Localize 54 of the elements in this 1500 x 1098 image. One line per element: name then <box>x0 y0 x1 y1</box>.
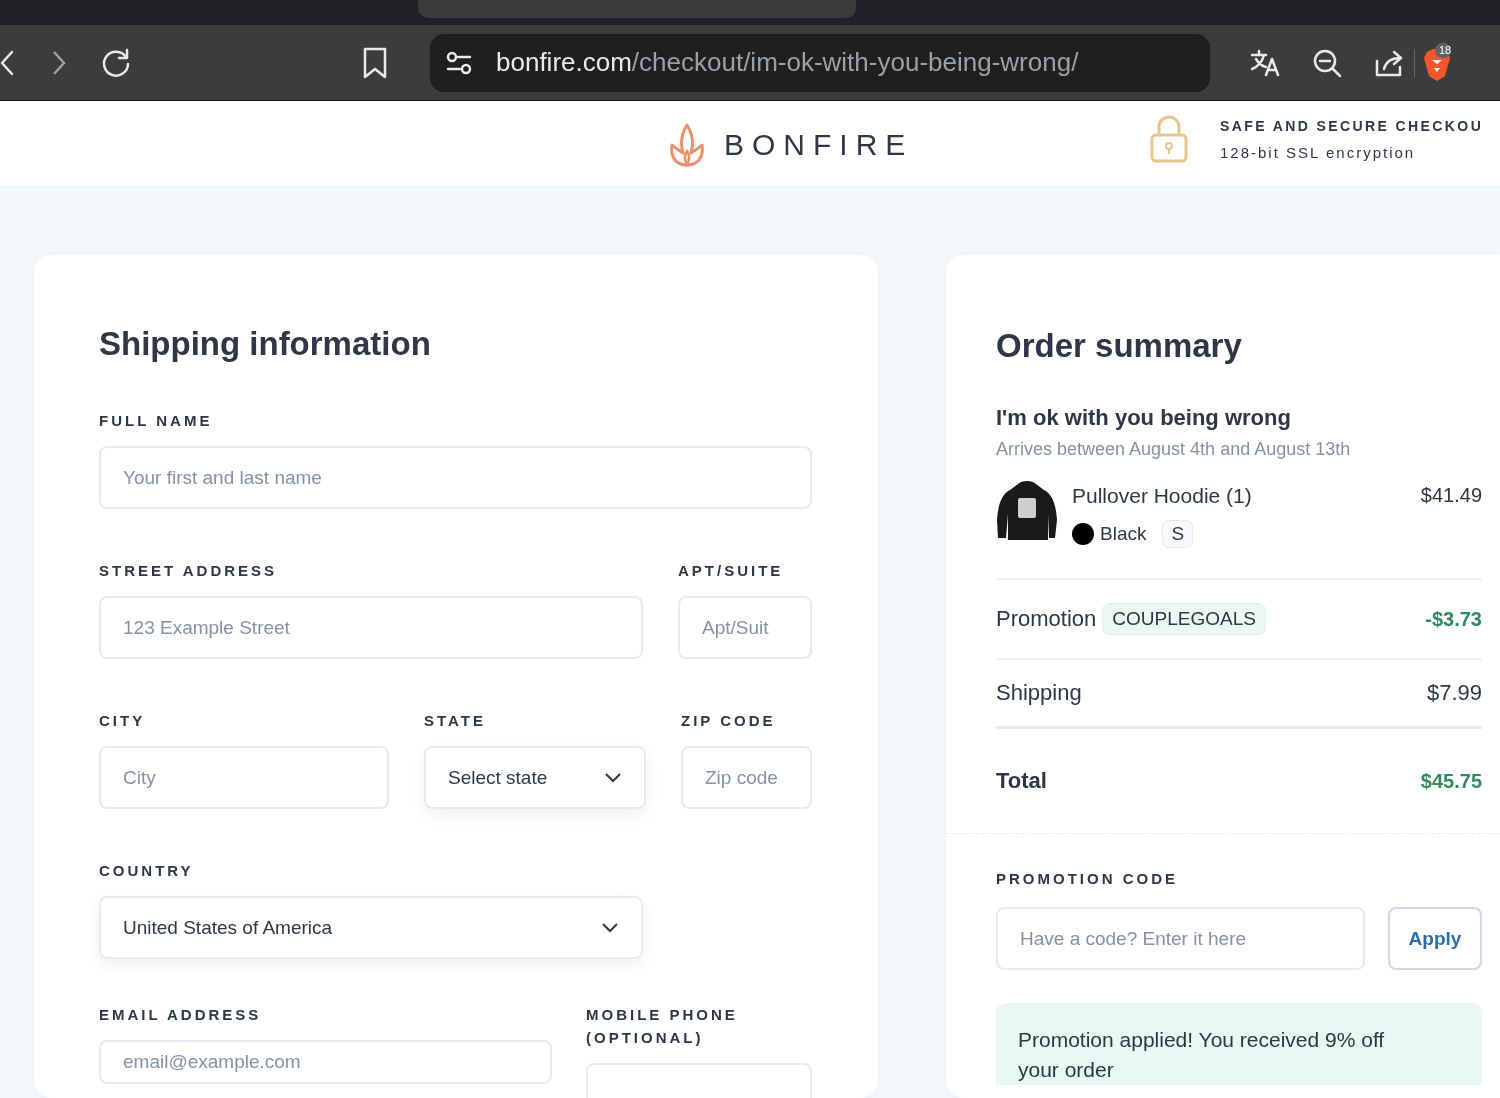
field-label: PROMOTION CODE <box>996 869 1179 889</box>
input-field[interactable]: Apt/Suit <box>678 596 812 659</box>
encryption-note: 128-bit SSL encryption <box>1220 143 1417 161</box>
line-label: Promotion <box>996 606 1097 632</box>
total-label: Total <box>996 768 1047 794</box>
product-name: Pullover Hoodie (1) <box>1072 484 1253 508</box>
discount-amount: -$3.73 <box>1425 607 1482 631</box>
address-bar[interactable]: bonfire.com/checkout/im-ok-with-you-being-wrong/ <box>430 33 1210 92</box>
field-label: EMAIL ADDRESS <box>99 1005 263 1025</box>
field-label: CITY <box>99 711 147 731</box>
field-label: STREET ADDRESS <box>99 561 279 581</box>
delivery-estimate: Arrives between August 4th and August 13th <box>996 439 1352 460</box>
field-label: MOBILE PHONE (OPTIONAL) <box>586 1005 739 1048</box>
translate-icon[interactable] <box>1250 48 1280 77</box>
secure-checkout-title: SAFE AND SECURE CHECKOU <box>1220 117 1484 134</box>
input-field[interactable]: City <box>99 746 389 809</box>
input-field[interactable]: 123 Example Street <box>99 596 643 659</box>
promo-code-field[interactable]: Have a code? Enter it here <box>996 907 1365 970</box>
field-label: APT/SUITE <box>678 561 785 581</box>
dropdown-field[interactable]: United States of America <box>99 896 643 959</box>
chevron-down-icon <box>604 771 622 784</box>
hoodie-drawing <box>996 480 1058 542</box>
field-label: FULL NAME <box>99 411 214 431</box>
size-tag: S <box>1162 520 1194 548</box>
form-title: Shipping information <box>99 325 432 363</box>
total-amount: $45.75 <box>1420 769 1482 793</box>
dropdown-field[interactable]: Select state <box>424 746 646 809</box>
product-title: I'm ok with you being wrong <box>996 405 1292 431</box>
color-name: Black <box>1100 523 1147 545</box>
logo-text: BONFIRE <box>724 128 914 162</box>
line-label: Shipping <box>996 680 1082 706</box>
item-price: $41.49 <box>1420 484 1482 508</box>
line-amount: $7.99 <box>1426 680 1482 706</box>
extension-badge: 18 <box>1435 42 1451 58</box>
input-field[interactable]: Your first and last name <box>99 446 812 509</box>
zoom-out-icon[interactable] <box>1312 47 1342 78</box>
field-label: COUNTRY <box>99 861 195 881</box>
padlock-icon <box>1150 115 1188 163</box>
summary-title: Order summary <box>996 327 1243 365</box>
input-field[interactable] <box>586 1063 812 1098</box>
promo-code-tag: COUPLEGOALS <box>1102 603 1266 635</box>
chevron-down-icon <box>601 921 619 934</box>
field-label: ZIP CODE <box>681 711 777 731</box>
site-settings-icon[interactable] <box>446 50 472 75</box>
apply-button[interactable]: Apply <box>1388 907 1482 970</box>
input-field[interactable]: Zip code <box>681 746 812 809</box>
bookmark-icon[interactable] <box>362 46 388 79</box>
reload-icon[interactable] <box>100 46 132 79</box>
promotion-applied-message: Promotion applied! You received 9% off your order <box>996 1003 1482 1085</box>
field-label: STATE <box>424 711 487 731</box>
share-icon[interactable] <box>1374 48 1404 77</box>
flame-logo-icon <box>668 123 706 167</box>
input-field[interactable]: email@example.com <box>99 1040 552 1084</box>
url-text[interactable]: bonfire.com/checkout/im-ok-with-you-being-wrong/ <box>496 47 1079 78</box>
